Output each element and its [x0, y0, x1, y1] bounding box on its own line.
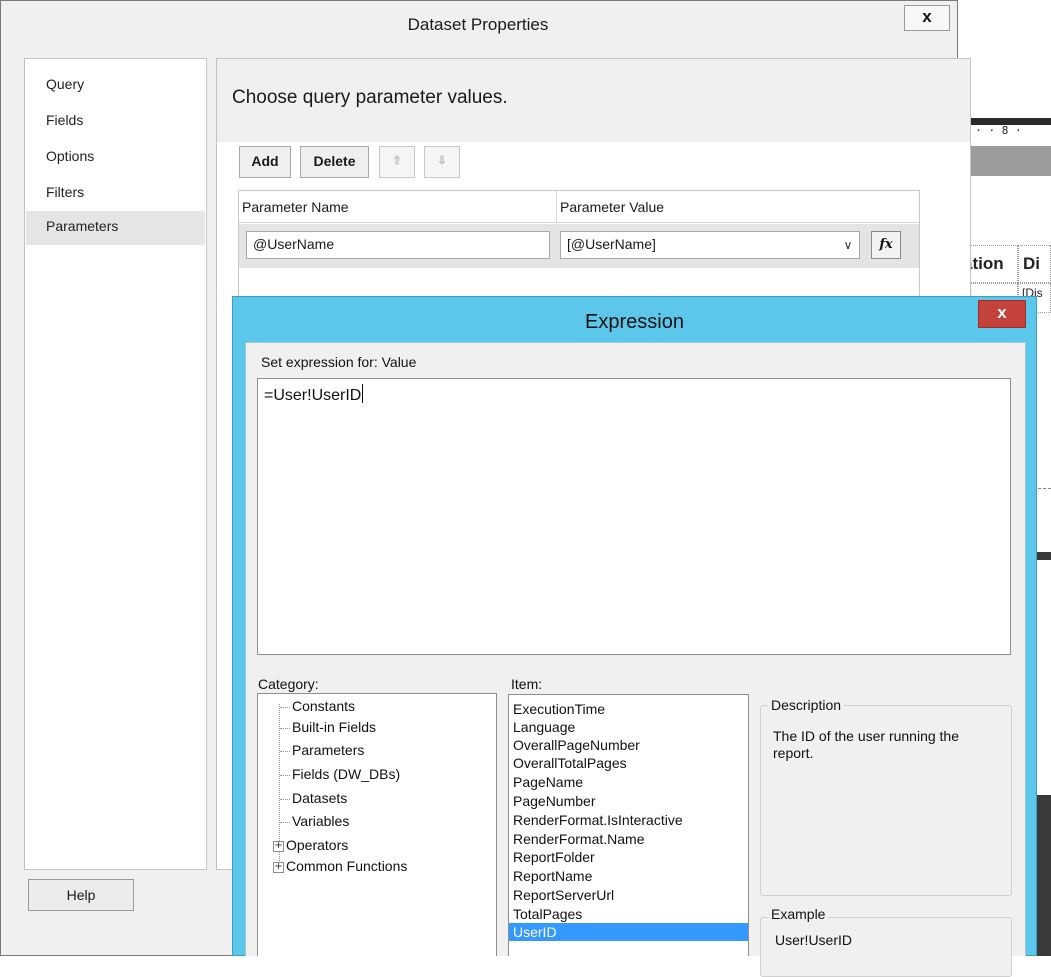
tree-item-parameters[interactable]: Parameters — [280, 742, 364, 762]
report-white-panel — [1036, 560, 1051, 795]
category-label: Category: — [258, 676, 319, 692]
tree-item-label: Datasets — [292, 790, 348, 806]
list-item[interactable]: TotalPages — [509, 905, 748, 923]
nav-item-parameters[interactable]: Parameters — [26, 211, 205, 245]
tree-item-label: Fields (DW_DBs) — [292, 766, 401, 782]
list-item-selected[interactable]: UserID — [509, 923, 748, 941]
move-down-button[interactable]: ⇩ — [424, 146, 460, 178]
tree-item-label: Constants — [292, 698, 356, 714]
description-text: The ID of the user running the report. — [773, 728, 959, 761]
tree-connector — [280, 798, 290, 800]
add-button[interactable]: Add — [239, 146, 291, 178]
dialog-title: Dataset Properties — [407, 15, 549, 34]
arrow-up-icon: ⇧ — [392, 155, 402, 167]
tree-item-label: Variables — [292, 813, 350, 829]
plus-expander-icon[interactable]: + — [273, 840, 284, 852]
list-item[interactable]: ReportFolder — [509, 848, 748, 866]
nav-item-options[interactable]: Options — [26, 141, 205, 175]
list-item[interactable]: RenderFormat.IsInteractive — [509, 811, 748, 829]
fx-button[interactable]: fx — [871, 231, 901, 259]
tree-item-variables[interactable]: Variables — [280, 813, 349, 833]
expression-editor[interactable]: =User!UserID — [257, 378, 1011, 655]
page-heading: Choose query parameter values. — [232, 87, 508, 108]
arrow-down-icon: ⇩ — [437, 155, 447, 167]
list-item[interactable]: PageNumber — [509, 792, 748, 810]
grid-column-separator — [556, 191, 557, 223]
tree-connector — [280, 821, 290, 823]
list-item[interactable]: Language — [509, 718, 748, 736]
parameter-name-input[interactable]: @UserName — [246, 231, 550, 259]
example-legend: Example — [768, 906, 829, 922]
expression-close-button[interactable]: x — [978, 300, 1026, 328]
list-item[interactable]: ReportName — [509, 867, 748, 885]
move-up-button[interactable]: ⇧ — [379, 146, 415, 178]
list-item[interactable]: ExecutionTime — [509, 700, 748, 718]
description-legend: Description — [768, 697, 845, 713]
plus-expander-icon[interactable]: + — [273, 861, 284, 873]
tree-item-label: Parameters — [292, 742, 365, 758]
list-item[interactable]: ReportServerUrl — [509, 886, 748, 904]
nav-item-query[interactable]: Query — [26, 69, 205, 103]
close-button[interactable]: x — [904, 5, 950, 31]
text-caret — [362, 384, 364, 403]
list-item[interactable]: OverallTotalPages — [509, 754, 748, 772]
tree-connector — [280, 750, 290, 752]
tree-connector — [280, 774, 290, 776]
expression-text: =User!UserID — [264, 387, 362, 404]
item-label: Item: — [511, 676, 543, 692]
set-expression-label: Set expression for: Value — [261, 354, 417, 370]
tree-item-datasets[interactable]: Datasets — [280, 790, 347, 810]
tree-item-constants[interactable]: Constants — [280, 698, 355, 718]
help-button[interactable]: Help — [28, 879, 134, 911]
report-header-cell[interactable]: Di — [1018, 245, 1051, 283]
list-item[interactable]: PageName — [509, 773, 748, 791]
parameter-value-combobox[interactable]: [@UserName] — [560, 231, 860, 259]
delete-button[interactable]: Delete — [300, 146, 369, 178]
tree-item-fields[interactable]: Fields (DW_DBs) — [280, 766, 400, 786]
report-header-band — [958, 146, 1051, 176]
tree-item-label: Built-in Fields — [292, 719, 377, 735]
nav-item-fields[interactable]: Fields — [26, 105, 205, 139]
dataset-nav-panel: Query Fields Options Filters Parameters — [24, 58, 207, 870]
tree-connector — [280, 727, 290, 729]
column-header-parameter-value: Parameter Value — [560, 199, 665, 215]
tree-item-built-in-fields[interactable]: Built-in Fields — [280, 719, 376, 739]
tree-item-operators[interactable]: + Operators — [273, 837, 348, 857]
list-item[interactable]: OverallPageNumber — [509, 736, 748, 754]
chevron-down-icon[interactable]: ∨ — [836, 231, 860, 259]
nav-item-filters[interactable]: Filters — [26, 177, 205, 211]
example-text: User!UserID — [775, 932, 853, 948]
tree-connector — [280, 706, 290, 708]
column-header-parameter-name: Parameter Name — [242, 199, 349, 215]
expression-dialog-title: Expression — [585, 311, 684, 333]
tree-item-common-functions[interactable]: + Common Functions — [273, 858, 407, 878]
report-divider — [1038, 488, 1051, 489]
tree-item-label: Common Functions — [286, 858, 408, 874]
tree-item-label: Operators — [286, 837, 349, 853]
list-item[interactable]: RenderFormat.Name — [509, 830, 748, 848]
